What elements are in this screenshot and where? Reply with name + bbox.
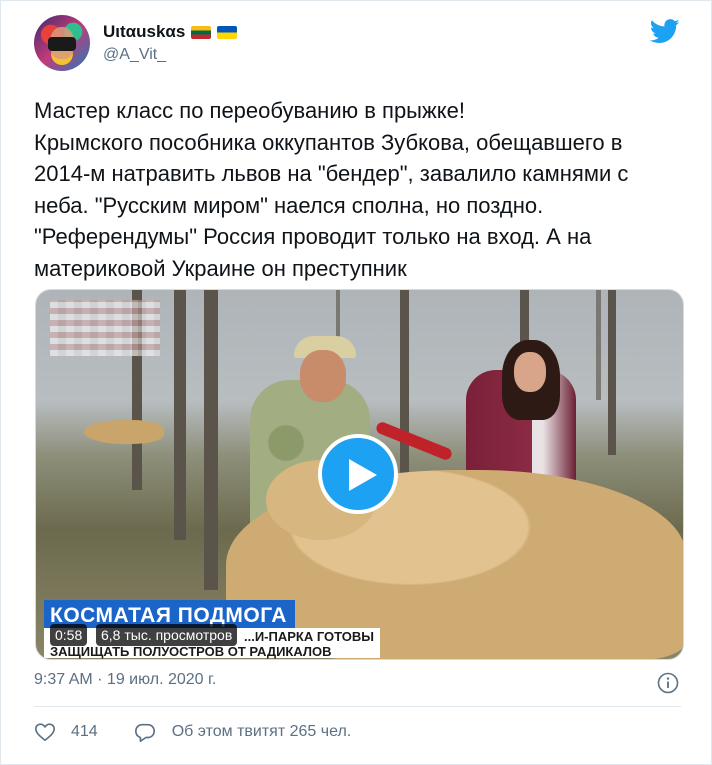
woman-face [514,352,546,392]
avatar[interactable] [34,15,90,71]
video-player[interactable]: КОСМАТАЯ ПОДМОГА ...И-ПАРКА ГОТОВЫ ЗАЩИЩ… [35,289,684,660]
like-count[interactable]: 414 [71,723,98,741]
tweet-text: Мастер класс по переобуванию в прыжке! К… [34,98,629,281]
flag-ukraine-icon [217,25,238,39]
footer-divider [34,706,681,707]
flag-lithuania-icon [191,25,212,39]
blurred-logo [50,300,160,356]
video-views: 6,8 тыс. просмотров [96,624,238,646]
play-icon [349,459,377,491]
video-caption-line2: ЗАЩИЩАТЬ ПОЛУОСТРОВ ОТ РАДИКАЛОВ [50,644,332,659]
author-display-name[interactable]: Uιtαuskαs [103,22,185,42]
retweet-discussion-link[interactable]: Об этом твитят 265 чел. [172,723,352,741]
scene-pole [608,290,616,455]
reply-icon[interactable] [134,721,156,743]
scene-tree [596,290,601,400]
author-name-row[interactable]: Uιtαuskαs [103,22,238,42]
tweet-card: Uιtαuskαs @A_Vit_ Мастер класс по переоб… [0,0,712,765]
scene-pole [400,290,409,480]
twitter-logo-icon[interactable] [650,19,680,44]
avatar-mask [48,37,76,51]
scene-pole [174,290,186,540]
video-duration: 0:58 [50,624,88,646]
scene-pole [204,290,218,590]
heart-icon[interactable] [34,721,56,743]
tweet-timestamp[interactable]: 9:37 AM · 19 июл. 2020 г. [34,671,216,689]
man-head [300,350,346,402]
play-button[interactable] [318,434,398,514]
tweet-actions: 414 Об этом твитят 265 чел. [34,721,351,743]
info-icon[interactable] [657,672,679,694]
lioness-background [84,420,164,444]
author-handle[interactable]: @A_Vit_ [103,46,166,64]
